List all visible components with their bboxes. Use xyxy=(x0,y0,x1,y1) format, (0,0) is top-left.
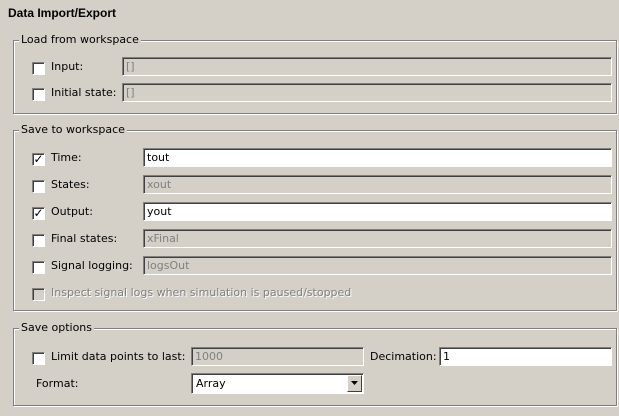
initial-state-label: Initial state: xyxy=(51,86,117,99)
time-label: Time: xyxy=(51,151,82,164)
check-mark-icon xyxy=(33,259,44,270)
input-checkbox[interactable] xyxy=(32,62,45,75)
initial-state-field: [] xyxy=(122,83,612,102)
final-states-field: xFinal xyxy=(143,229,612,248)
decimation-field[interactable]: 1 xyxy=(439,347,612,366)
final-states-label: Final states: xyxy=(51,232,118,245)
format-label: Format: xyxy=(36,377,79,390)
states-checkbox[interactable] xyxy=(32,180,45,193)
check-mark-icon xyxy=(33,60,44,71)
chevron-down-icon[interactable] xyxy=(347,375,362,392)
load-from-workspace-legend: Load from workspace xyxy=(19,33,141,47)
states-label: States: xyxy=(51,178,90,191)
signal-logging-field: logsOut xyxy=(143,256,612,275)
initial-state-checkbox[interactable] xyxy=(32,88,45,101)
limit-data-points-checkbox[interactable] xyxy=(32,352,45,365)
inspect-signal-logs-checkbox xyxy=(32,288,45,301)
format-selected-value: Array xyxy=(196,377,226,390)
limit-data-points-label: Limit data points to last: xyxy=(51,350,186,363)
save-options-group: Save options xyxy=(13,321,617,406)
input-label: Input: xyxy=(51,60,84,73)
final-states-checkbox[interactable] xyxy=(32,234,45,247)
output-label: Output: xyxy=(51,205,93,218)
check-mark-icon xyxy=(33,86,44,97)
load-from-workspace-group: Load from workspace xyxy=(13,33,617,114)
output-checkbox[interactable]: ✓ xyxy=(32,206,45,220)
save-options-legend: Save options xyxy=(19,321,95,335)
page-title: Data Import/Export xyxy=(8,6,117,20)
check-mark-icon xyxy=(33,232,44,243)
check-mark-icon xyxy=(33,178,44,189)
check-mark-icon xyxy=(33,286,44,297)
input-field: [] xyxy=(122,57,612,76)
signal-logging-label: Signal logging: xyxy=(51,259,133,272)
check-mark-icon xyxy=(33,350,44,361)
save-to-workspace-legend: Save to workspace xyxy=(19,123,127,137)
signal-logging-checkbox[interactable] xyxy=(32,261,45,274)
decimation-label: Decimation: xyxy=(370,350,437,363)
output-field[interactable]: yout xyxy=(143,202,612,221)
time-checkbox[interactable]: ✓ xyxy=(32,152,45,166)
check-mark-icon: ✓ xyxy=(33,206,44,220)
format-select[interactable]: Array xyxy=(191,373,364,394)
time-field[interactable]: tout xyxy=(143,148,612,167)
limit-data-points-field: 1000 xyxy=(191,347,364,366)
check-mark-icon: ✓ xyxy=(33,152,44,166)
states-field: xout xyxy=(143,175,612,194)
inspect-signal-logs-label: Inspect signal logs when simulation is p… xyxy=(51,286,352,299)
